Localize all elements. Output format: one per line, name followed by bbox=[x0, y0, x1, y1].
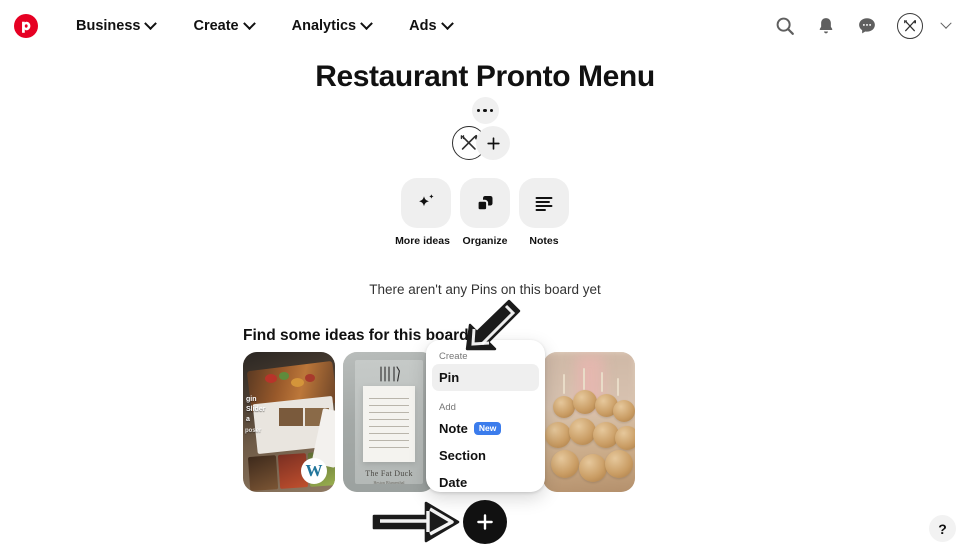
menu-item-date[interactable]: Date bbox=[432, 469, 539, 496]
menu-item-section[interactable]: Section bbox=[432, 442, 539, 469]
menu-item-date-label: Date bbox=[439, 475, 468, 490]
menu-section-create-label: Create bbox=[439, 351, 468, 362]
board-collaborators bbox=[452, 126, 510, 160]
nav-left-group: 𝐩 Business Create Analytics Ads bbox=[14, 12, 462, 40]
menu-item-section-label: Section bbox=[439, 448, 486, 463]
notes-label: Notes bbox=[529, 235, 559, 247]
chevron-down-icon bbox=[242, 16, 256, 30]
chevron-down-icon bbox=[360, 16, 373, 30]
nav-item-create[interactable]: Create bbox=[183, 12, 263, 40]
notes-button[interactable]: Notes bbox=[519, 178, 569, 247]
pinterest-board-page: 𝐩 Business Create Analytics Ads Restaura… bbox=[0, 0, 970, 552]
nav-item-create-label: Create bbox=[193, 18, 239, 34]
nav-right-group bbox=[774, 13, 956, 39]
wordpress-restaurant-theme-pin[interactable]: gin Slider a poser W bbox=[243, 352, 335, 492]
sparkle-icon bbox=[419, 194, 434, 207]
messages-icon[interactable] bbox=[856, 15, 878, 37]
help-button-label: ? bbox=[938, 520, 947, 537]
notes-lines-icon bbox=[535, 197, 553, 211]
nav-item-ads-label: Ads bbox=[409, 18, 437, 34]
notes-tile bbox=[519, 178, 569, 228]
organize-label: Organize bbox=[462, 235, 508, 247]
notifications-bell-icon[interactable] bbox=[815, 15, 837, 37]
top-navigation-bar: 𝐩 Business Create Analytics Ads bbox=[0, 0, 970, 52]
nav-item-analytics-label: Analytics bbox=[291, 18, 357, 34]
account-chevron-down-icon[interactable] bbox=[940, 17, 952, 29]
add-collaborator-button[interactable] bbox=[476, 126, 510, 160]
chevron-down-icon bbox=[144, 16, 158, 30]
board-title: Restaurant Pronto Menu bbox=[315, 60, 655, 93]
more-ideas-button[interactable]: More ideas bbox=[395, 178, 451, 247]
stacked-squares-icon bbox=[476, 196, 493, 212]
menu-section-add-label: Add bbox=[439, 402, 456, 413]
nav-item-business[interactable]: Business bbox=[66, 12, 165, 40]
crossed-cutlery-avatar-icon bbox=[904, 20, 916, 32]
pin-image bbox=[543, 352, 635, 492]
organize-button[interactable]: Organize bbox=[460, 178, 510, 247]
organize-tile bbox=[460, 178, 510, 228]
account-avatar[interactable] bbox=[897, 13, 923, 39]
menu-item-pin[interactable]: Pin bbox=[432, 364, 539, 391]
new-badge: New bbox=[473, 422, 502, 435]
create-fab[interactable] bbox=[463, 500, 507, 544]
fat-duck-menu-pin[interactable]: The Fat Duck Heston Blumenthal bbox=[343, 352, 435, 492]
help-button[interactable]: ? bbox=[929, 515, 956, 542]
slider-appetizers-pin[interactable] bbox=[543, 352, 635, 492]
pin-image-caption-subtitle: Heston Blumenthal bbox=[373, 480, 405, 485]
board-action-buttons: More ideas Organize Notes bbox=[0, 178, 970, 247]
menu-item-pin-label: Pin bbox=[439, 370, 460, 385]
ellipsis-icon bbox=[483, 108, 487, 113]
board-more-options-button[interactable] bbox=[471, 97, 499, 124]
pin-image-caption-title: The Fat Duck bbox=[365, 469, 413, 478]
cutlery-decoration-icon bbox=[343, 366, 435, 387]
pin-image: The Fat Duck Heston Blumenthal bbox=[343, 352, 435, 492]
pinterest-logo-icon[interactable]: 𝐩 bbox=[14, 14, 38, 38]
plus-icon bbox=[477, 514, 493, 530]
nav-item-analytics[interactable]: Analytics bbox=[282, 12, 381, 40]
chevron-down-icon bbox=[440, 16, 454, 30]
empty-board-message: There aren't any Pins on this board yet bbox=[369, 282, 601, 297]
ellipsis-icon bbox=[476, 108, 481, 113]
more-ideas-label: More ideas bbox=[395, 235, 450, 247]
search-icon[interactable] bbox=[774, 15, 796, 37]
arrow-pointing-to-create-fab bbox=[372, 501, 460, 543]
ellipsis-icon bbox=[489, 108, 494, 113]
nav-item-business-label: Business bbox=[76, 18, 141, 34]
menu-item-note[interactable]: Note New bbox=[432, 415, 539, 442]
pin-image: gin Slider a poser W bbox=[243, 352, 335, 492]
create-dropdown-menu: Create Pin Add Note New Section Date bbox=[426, 340, 545, 492]
plus-icon bbox=[486, 136, 500, 150]
more-ideas-tile bbox=[401, 178, 451, 228]
nav-item-ads[interactable]: Ads bbox=[399, 12, 461, 40]
menu-item-note-label: Note bbox=[439, 421, 468, 436]
wordpress-badge-icon: W bbox=[301, 458, 327, 484]
